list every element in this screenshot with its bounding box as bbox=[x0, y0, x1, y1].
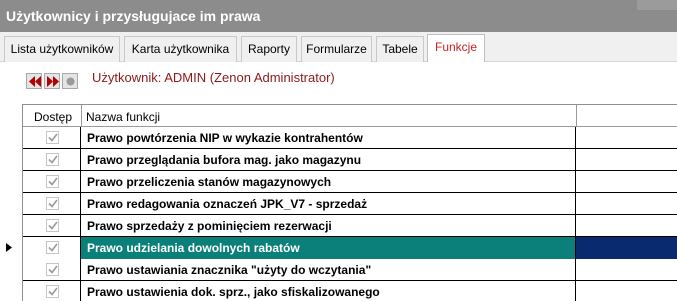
function-name: Prawo przeglądania bufora mag. jako maga… bbox=[87, 153, 362, 167]
prev-record-button[interactable] bbox=[26, 73, 42, 89]
record-dot-icon bbox=[66, 77, 75, 86]
access-checkbox[interactable] bbox=[46, 285, 59, 298]
access-cell bbox=[23, 215, 81, 237]
access-cell bbox=[23, 237, 81, 259]
functions-grid: Dostęp Nazwa funkcji Prawo powtórzenia N… bbox=[6, 104, 677, 301]
function-name-cell[interactable]: Prawo powtórzenia NIP w wykazie kontrahe… bbox=[81, 127, 576, 149]
access-checkbox[interactable] bbox=[46, 241, 59, 254]
column-header-name[interactable]: Nazwa funkcji bbox=[86, 110, 160, 124]
access-cell bbox=[23, 259, 81, 281]
check-icon bbox=[48, 199, 58, 208]
function-name-cell[interactable]: Prawo przeliczenia stanów magazynowych bbox=[81, 171, 576, 193]
double-left-arrow-icon bbox=[29, 76, 41, 87]
access-cell bbox=[23, 281, 81, 301]
access-cell bbox=[23, 171, 81, 193]
tab-forms[interactable]: Formularze bbox=[301, 36, 372, 62]
access-cell bbox=[23, 149, 81, 171]
row-indicator bbox=[2, 193, 22, 215]
table-row[interactable]: Prawo przeliczenia stanów magazynowych bbox=[23, 171, 677, 193]
row-indicator bbox=[2, 215, 22, 237]
empty-cell bbox=[576, 237, 677, 259]
check-icon bbox=[48, 133, 58, 142]
tab-strip: Lista użytkowników Karta użytkownika Rap… bbox=[0, 32, 677, 63]
current-user-label: Użytkownik: ADMIN (Zenon Administrator) bbox=[92, 70, 335, 85]
function-name-cell[interactable]: Prawo przeglądania bufora mag. jako maga… bbox=[81, 149, 576, 171]
access-checkbox[interactable] bbox=[46, 197, 59, 210]
table-row[interactable]: Prawo powtórzenia NIP w wykazie kontrahe… bbox=[23, 127, 677, 149]
row-indicator bbox=[2, 281, 22, 301]
double-right-arrow-icon bbox=[47, 76, 59, 87]
access-cell bbox=[23, 127, 81, 149]
column-separator[interactable] bbox=[81, 105, 82, 127]
tab-label: Tabele bbox=[382, 42, 418, 56]
tab-tables[interactable]: Tabele bbox=[376, 36, 424, 62]
tab-label: Raporty bbox=[247, 42, 291, 56]
access-checkbox[interactable] bbox=[46, 131, 59, 144]
grid-header: Dostęp Nazwa funkcji bbox=[23, 105, 677, 127]
access-checkbox[interactable] bbox=[46, 153, 59, 166]
title-bar-extension bbox=[637, 0, 677, 10]
row-indicator bbox=[2, 171, 22, 193]
function-name-cell[interactable]: Prawo redagowania oznaczeń JPK_V7 - sprz… bbox=[81, 193, 576, 215]
row-indicator bbox=[2, 149, 22, 171]
column-separator[interactable] bbox=[576, 105, 577, 127]
empty-cell bbox=[576, 259, 677, 281]
row-indicator bbox=[2, 259, 22, 281]
table-row[interactable]: Prawo przeglądania bufora mag. jako maga… bbox=[23, 149, 677, 171]
tab-label: Formularze bbox=[306, 42, 367, 56]
tab-label: Karta użytkownika bbox=[131, 42, 230, 56]
table-row[interactable]: Prawo redagowania oznaczeń JPK_V7 - sprz… bbox=[23, 193, 677, 215]
empty-cell bbox=[576, 127, 677, 149]
tab-user-card[interactable]: Karta użytkownika bbox=[124, 36, 237, 62]
empty-cell bbox=[576, 281, 677, 301]
check-icon bbox=[48, 265, 58, 274]
tab-user-list[interactable]: Lista użytkowników bbox=[4, 36, 120, 62]
check-icon bbox=[48, 155, 58, 164]
tab-label: Funkcje bbox=[434, 40, 478, 54]
empty-cell bbox=[576, 149, 677, 171]
column-header-access[interactable]: Dostęp bbox=[34, 110, 72, 124]
function-name-cell[interactable]: Prawo sprzedaży z pominięciem rezerwacji bbox=[81, 215, 576, 237]
check-icon bbox=[48, 243, 58, 252]
access-cell bbox=[23, 193, 81, 215]
function-name: Prawo redagowania oznaczeń JPK_V7 - sprz… bbox=[87, 197, 368, 211]
table-row[interactable]: Prawo ustawiania znacznika "użyty do wcz… bbox=[23, 259, 677, 281]
function-name: Prawo ustawiania znacznika "użyty do wcz… bbox=[87, 263, 372, 277]
access-checkbox[interactable] bbox=[46, 219, 59, 232]
access-checkbox[interactable] bbox=[46, 263, 59, 276]
row-indicator bbox=[2, 127, 22, 149]
tab-functions[interactable]: Funkcje bbox=[427, 34, 485, 63]
empty-cell bbox=[576, 171, 677, 193]
row-indicator bbox=[2, 237, 22, 259]
access-checkbox[interactable] bbox=[46, 175, 59, 188]
next-record-button[interactable] bbox=[44, 73, 60, 89]
function-name-cell[interactable]: Prawo ustawienia dok. sprz., jako sfiska… bbox=[81, 281, 576, 301]
table-row[interactable]: Prawo udzielania dowolnych rabatów bbox=[6, 237, 677, 259]
function-name-cell[interactable]: Prawo ustawiania znacznika "użyty do wcz… bbox=[81, 259, 576, 281]
window-title: Użytkownicy i przysługujace im prawa bbox=[6, 8, 261, 24]
function-name-cell[interactable]: Prawo udzielania dowolnych rabatów bbox=[81, 237, 576, 259]
function-name: Prawo ustawienia dok. sprz., jako sfiska… bbox=[87, 285, 380, 299]
tab-label: Lista użytkowników bbox=[10, 42, 114, 56]
check-icon bbox=[48, 221, 58, 230]
table-row[interactable]: Prawo ustawienia dok. sprz., jako sfiska… bbox=[23, 281, 677, 301]
function-name: Prawo sprzedaży z pominięciem rezerwacji bbox=[87, 219, 332, 233]
empty-cell bbox=[576, 193, 677, 215]
record-button[interactable] bbox=[62, 73, 78, 89]
window-title-bar: Użytkownicy i przysługujace im prawa bbox=[0, 0, 677, 32]
check-icon bbox=[48, 287, 58, 296]
table-row[interactable]: Prawo sprzedaży z pominięciem rezerwacji bbox=[23, 215, 677, 237]
tab-reports[interactable]: Raporty bbox=[241, 36, 297, 62]
check-icon bbox=[48, 177, 58, 186]
function-name: Prawo udzielania dowolnych rabatów bbox=[87, 241, 300, 255]
row-pointer-icon bbox=[6, 243, 12, 252]
function-name: Prawo powtórzenia NIP w wykazie kontrahe… bbox=[87, 131, 363, 145]
function-name: Prawo przeliczenia stanów magazynowych bbox=[87, 175, 332, 189]
empty-cell bbox=[576, 215, 677, 237]
